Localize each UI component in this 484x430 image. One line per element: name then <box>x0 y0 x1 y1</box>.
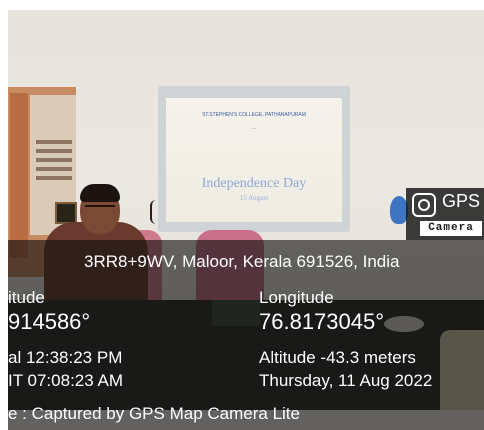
wooden-door <box>10 93 28 258</box>
board-title: Independence Day <box>201 176 307 191</box>
gps-badge-title: GPS <box>442 191 481 211</box>
picture-frame <box>55 202 77 224</box>
gmt-time: IT 07:08:23 AM <box>8 371 123 390</box>
image-border-left <box>0 0 8 430</box>
lens-icon <box>418 199 430 211</box>
local-time: al 12:38:23 PM <box>8 348 123 367</box>
longitude-label: Longitude <box>259 288 334 307</box>
image-border-top <box>0 0 484 10</box>
capture-note: e : Captured by GPS Map Camera Lite <box>8 404 300 423</box>
bookshelf <box>36 140 72 180</box>
person-glasses <box>85 205 115 213</box>
gps-badge-subtitle: Camera <box>420 221 482 236</box>
person-hair <box>80 184 120 202</box>
board-date: 15 August <box>239 194 269 202</box>
photo-viewer: ST.STEPHEN'S COLLEGE, PATHANAPURAM ... I… <box>0 0 484 430</box>
altitude-text: Altitude -43.3 meters <box>259 348 416 367</box>
longitude-value: 76.8173045° <box>259 309 385 334</box>
date-text: Thursday, 11 Aug 2022 <box>259 371 433 390</box>
camera-icon <box>412 193 436 217</box>
address-text: 3RR8+9WV, Maloor, Kerala 691526, India <box>84 252 400 271</box>
latitude-value: 914586° <box>8 309 91 334</box>
board-heading: ST.STEPHEN'S COLLEGE, PATHANAPURAM <box>202 112 306 118</box>
latitude-label: itude <box>8 288 45 307</box>
board-cable <box>150 200 162 224</box>
board-subheading: ... <box>251 125 257 131</box>
